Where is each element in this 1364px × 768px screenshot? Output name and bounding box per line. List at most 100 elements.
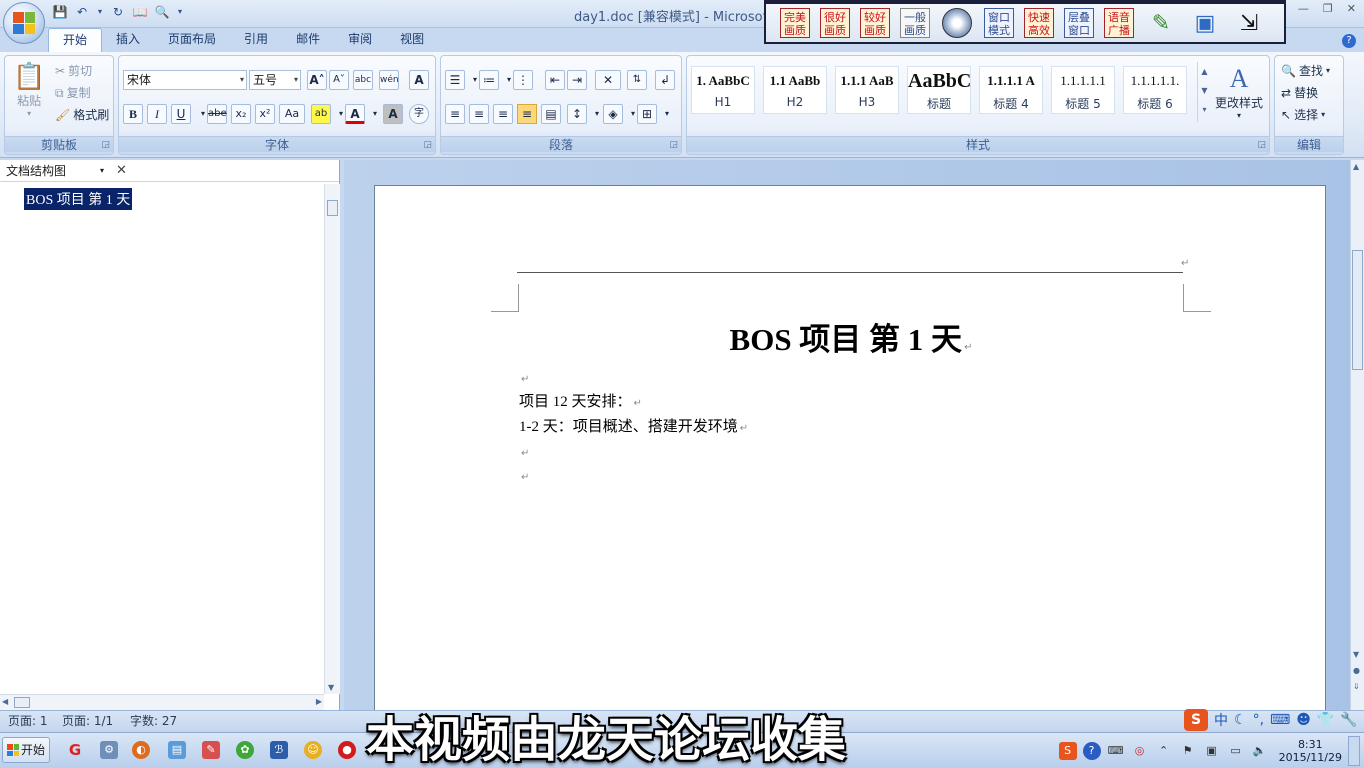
- document-paragraph[interactable]: 1-2 天：项目概述、搭建开发环境 ↵: [519, 415, 748, 436]
- show-marks-icon[interactable]: ↲: [655, 70, 675, 90]
- tab-references[interactable]: 引用: [230, 28, 282, 52]
- chat-icon[interactable]: ☺: [304, 741, 322, 759]
- device-icon[interactable]: ▣: [1203, 742, 1221, 760]
- style-title[interactable]: AaBbC 标题: [907, 66, 971, 114]
- punctuation-icon[interactable]: °,: [1253, 712, 1264, 728]
- tab-view[interactable]: 视图: [386, 28, 438, 52]
- clock[interactable]: 8:31 2015/11/29: [1279, 738, 1342, 764]
- quality-fair-button[interactable]: 较好 画质: [860, 8, 890, 38]
- document-map-vertical-scrollbar[interactable]: ▼: [324, 184, 340, 694]
- style-h2[interactable]: 1.1 AaBb H2: [763, 66, 827, 114]
- borders-icon[interactable]: ⊞: [637, 104, 657, 124]
- document-map-horizontal-scrollbar[interactable]: ◀ ▶: [0, 694, 324, 710]
- format-painter-button[interactable]: 🖌 格式刷: [55, 106, 109, 123]
- scroll-thumb[interactable]: [1352, 250, 1363, 370]
- ime-mode-indicator[interactable]: 中: [1214, 710, 1228, 730]
- print-preview-icon[interactable]: 🔍: [154, 4, 170, 20]
- align-right-icon[interactable]: ≡: [493, 104, 513, 124]
- close-button[interactable]: ✕: [1347, 2, 1356, 15]
- line-spacing-icon[interactable]: ↕: [567, 104, 587, 124]
- strikethrough-button[interactable]: abe: [207, 104, 227, 124]
- select-button[interactable]: ↖ 选择 ▾: [1281, 106, 1325, 123]
- tool-icon[interactable]: ✎: [202, 741, 220, 759]
- office-button[interactable]: [3, 2, 45, 44]
- shrink-font-button[interactable]: A˅: [329, 70, 349, 90]
- screen-icon[interactable]: ▣: [1188, 6, 1222, 40]
- scroll-down-icon[interactable]: ▼: [328, 683, 334, 692]
- browser-icon[interactable]: G: [66, 741, 84, 759]
- multilevel-list-icon[interactable]: ⋮: [513, 70, 533, 90]
- scroll-left-icon[interactable]: ◀: [2, 697, 8, 706]
- keyboard-tray-icon[interactable]: ⌨: [1107, 742, 1125, 760]
- status-pages[interactable]: 页面: 1/1: [62, 711, 113, 732]
- scroll-down-icon[interactable]: ▼: [1353, 650, 1359, 659]
- document-map-item[interactable]: BOS 项目 第 1 天: [24, 188, 133, 210]
- style-heading-5[interactable]: 1.1.1.1.1 标题 5: [1051, 66, 1115, 114]
- firefox-icon[interactable]: ◐: [132, 741, 150, 759]
- undo-icon[interactable]: ↶: [74, 4, 90, 20]
- open-icon[interactable]: 📖: [132, 4, 148, 20]
- bullets-icon[interactable]: ☰: [445, 70, 465, 90]
- quality-perfect-button[interactable]: 完美 画质: [780, 8, 810, 38]
- highlight-button[interactable]: ab: [311, 104, 331, 124]
- app-icon[interactable]: ℬ: [270, 741, 288, 759]
- bold-button[interactable]: B: [123, 104, 143, 124]
- start-button[interactable]: 开始: [2, 737, 50, 763]
- document-paragraph[interactable]: ↵: [519, 444, 529, 461]
- change-case-button[interactable]: Aa: [279, 104, 305, 124]
- minimize-button[interactable]: —: [1298, 2, 1309, 15]
- document-page[interactable]: ↵ BOS 项目 第 1 天 ↵ ↵ 项目 12 天安排： ↵ 1-2 天：项目概述…: [374, 185, 1326, 725]
- network-icon[interactable]: ✿: [236, 741, 254, 759]
- help-tray-icon[interactable]: ?: [1082, 742, 1101, 760]
- sogou-tray-icon[interactable]: S: [1058, 742, 1077, 760]
- exit-icon[interactable]: ⇲: [1232, 6, 1266, 40]
- enclose-characters-button[interactable]: 字: [409, 104, 429, 124]
- tab-review[interactable]: 审阅: [334, 28, 386, 52]
- scroll-thumb[interactable]: [14, 697, 30, 708]
- character-border-button[interactable]: A: [409, 70, 429, 90]
- underline-button[interactable]: U: [171, 104, 191, 124]
- clipboard-launcher-icon[interactable]: ◲: [101, 140, 110, 150]
- document-paragraph[interactable]: ↵: [519, 370, 529, 387]
- wifi-icon[interactable]: ◎: [1131, 742, 1149, 760]
- camera-icon[interactable]: [940, 6, 974, 40]
- quality-good-button[interactable]: 很好 画质: [820, 8, 850, 38]
- style-heading-6[interactable]: 1.1.1.1.1. 标题 6: [1123, 66, 1187, 114]
- phonetic-guide-button[interactable]: wén: [379, 70, 399, 90]
- cascade-window-button[interactable]: 层叠 窗口: [1064, 8, 1094, 38]
- paragraph-launcher-icon[interactable]: ◲: [669, 140, 678, 150]
- keyboard-icon[interactable]: ⌨: [1270, 712, 1290, 728]
- redo-icon[interactable]: ↻: [110, 4, 126, 20]
- document-vertical-scrollbar[interactable]: ▲ ▼ ● ⇓: [1350, 160, 1364, 710]
- scroll-right-icon[interactable]: ▶: [316, 697, 322, 706]
- font-launcher-icon[interactable]: ◲: [423, 140, 432, 150]
- restore-button[interactable]: ❐: [1323, 2, 1333, 15]
- settings-icon[interactable]: ⚙: [100, 741, 118, 759]
- tab-page-layout[interactable]: 页面布局: [154, 28, 230, 52]
- monitor-icon[interactable]: ▭: [1227, 742, 1245, 760]
- undo-dropdown-icon[interactable]: ▾: [96, 4, 104, 20]
- pen-icon[interactable]: ✎: [1144, 6, 1178, 40]
- fast-mode-button[interactable]: 快速 高效: [1024, 8, 1054, 38]
- document-paragraph[interactable]: 项目 12 天安排： ↵: [519, 390, 642, 411]
- user-icon[interactable]: ☻: [1296, 712, 1311, 728]
- align-center-icon[interactable]: ≡: [469, 104, 489, 124]
- skin-icon[interactable]: 👕: [1317, 712, 1334, 728]
- styles-launcher-icon[interactable]: ◲: [1257, 140, 1266, 150]
- align-left-icon[interactable]: ≡: [445, 104, 465, 124]
- scroll-thumb[interactable]: [327, 200, 338, 216]
- increase-indent-icon[interactable]: ⇥: [567, 70, 587, 90]
- find-button[interactable]: 🔍 查找 ▾: [1281, 62, 1330, 79]
- document-paragraph[interactable]: ↵: [519, 468, 529, 485]
- status-page[interactable]: 页面: 1: [8, 711, 48, 732]
- show-desktop-button[interactable]: [1348, 736, 1360, 766]
- flag-icon[interactable]: ⚑: [1179, 742, 1197, 760]
- font-size-combo[interactable]: 五号 ▾: [249, 70, 301, 90]
- moon-icon[interactable]: ☾: [1234, 712, 1247, 728]
- tab-mailings[interactable]: 邮件: [282, 28, 334, 52]
- scroll-up-icon[interactable]: ▲: [1353, 162, 1359, 171]
- font-name-combo[interactable]: 宋体 ▾: [123, 70, 247, 90]
- next-page-icon[interactable]: ⇓: [1353, 682, 1360, 691]
- font-color-button[interactable]: A: [345, 104, 365, 124]
- style-h3[interactable]: 1.1.1 AaB H3: [835, 66, 899, 114]
